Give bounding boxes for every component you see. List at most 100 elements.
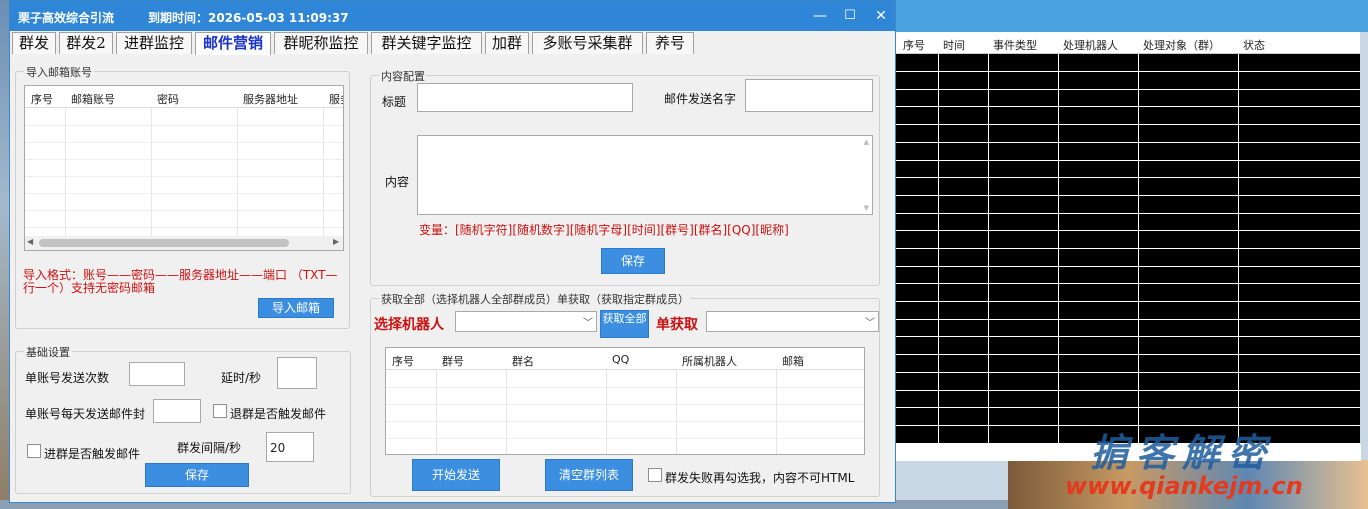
event-col-index: 序号 [903,39,925,52]
member-col-group-id: 群号 [442,355,464,368]
delay-label: 延时/秒 [221,371,262,385]
watermark-url: www.qiankejm.cn [1065,472,1303,500]
interval-input[interactable]: 20 [266,432,314,462]
daily-limit-label: 单账号每天发送邮件封 [25,407,146,421]
tab-multi-account-collect[interactable]: 多账号采集群 [532,32,643,54]
event-grid-row-line [896,248,1360,249]
event-grid-column-line [938,54,939,444]
event-grid-row-line [896,177,1360,178]
event-grid-row-line [896,160,1360,161]
event-col-robot: 处理机器人 [1063,39,1118,52]
event-grid-row-line [896,213,1360,214]
tab-join-monitor[interactable]: 进群监控 [116,32,192,54]
variables-hint: 变量：[随机字符][随机数字][随机字母][时间][群号][群名][QQ][昵称… [419,223,789,237]
subject-input[interactable] [417,83,633,112]
body-textarea[interactable]: ▲ ▼ [417,135,873,215]
member-col-qq: QQ [612,353,630,366]
clear-group-list-button[interactable]: 清空群列表 [545,459,633,491]
import-email-button[interactable]: 导入邮箱 [258,298,334,318]
join-trigger-label: 进群是否触发邮件 [44,447,141,461]
main-window: 栗子高效综合引流 到期时间：2026-05-03 11:09:37 — ☐ ✕ … [9,0,896,503]
event-grid-row-line [896,195,1360,196]
event-grid-row-line [896,89,1360,90]
start-send-button[interactable]: 开始发送 [412,459,500,491]
event-grid-column-line [1238,54,1239,444]
content-save-button[interactable]: 保存 [601,248,665,274]
event-col-target: 处理对象（群） [1143,39,1220,52]
fetch-members-label: 获取全部（选择机器人全部群成员）单获取（获取指定群成员） [379,291,691,307]
event-log-grid[interactable] [896,54,1360,444]
tab-keyword-monitor[interactable]: 群关键字监控 [371,32,482,54]
daily-limit-input[interactable] [153,399,201,423]
member-col-index: 序号 [392,355,414,368]
scroll-up-icon[interactable]: ▲ [864,138,869,146]
body-label: 内容 [385,175,410,189]
quit-trigger-checkbox[interactable] [213,404,227,418]
subject-label: 标题 [382,95,407,109]
scroll-right-icon[interactable]: ▶ [333,237,339,246]
delay-input[interactable] [277,357,317,389]
event-grid-row-line [896,106,1360,107]
event-grid-row-line [896,390,1360,391]
single-get-label: 单获取 [656,317,698,333]
scroll-left-icon[interactable]: ◀ [27,237,33,246]
event-grid-row-line [896,407,1360,408]
scroll-thumb[interactable] [39,239,289,247]
robot-select[interactable]: ﹀ [455,311,597,332]
import-email-group: 导入邮箱账号 序号 邮箱账号 密码 服务器地址 服务 ◀ ▶ 导入格式：账号——… [15,64,350,329]
event-grid-column-line [988,54,989,444]
minimize-button[interactable]: — [805,5,835,27]
event-grid-row-line [896,142,1360,143]
basic-save-button[interactable]: 保存 [145,463,249,487]
email-col-service: 服务 [329,93,343,106]
maximize-button[interactable]: ☐ [835,5,865,27]
tab-mass-send-2[interactable]: 群发2 [59,32,113,54]
event-grid-column-line [1058,54,1059,444]
content-config-group: 内容配置 标题 邮件发送名字 内容 ▲ ▼ 变量：[随机字符][随机数字][随机… [370,68,880,286]
event-grid-row-line [896,319,1360,320]
quit-trigger-label: 退群是否触发邮件 [230,407,327,421]
event-grid-column-line [1138,54,1139,444]
event-grid-row-line [896,283,1360,284]
get-all-button[interactable]: 获取全部 [600,310,649,338]
select-robot-label: 选择机器人 [374,317,444,333]
fail-retry-label: 群发失败再勾选我，内容不可HTML [665,471,855,485]
event-grid-row-line [896,336,1360,337]
desktop-background-top-right [895,0,1368,32]
tab-nickname-monitor[interactable]: 群昵称监控 [274,32,368,54]
email-col-server: 服务器地址 [243,93,298,106]
email-grid-header: 序号 邮箱账号 密码 服务器地址 服务 [25,86,343,108]
fail-retry-checkbox[interactable] [648,468,662,482]
content-config-label: 内容配置 [379,68,427,84]
member-grid-header: 序号 群号 群名 QQ 所属机器人 邮箱 [386,348,864,370]
tab-nurture-account[interactable]: 养号 [646,32,694,54]
member-col-group-name: 群名 [512,355,534,368]
member-col-robot: 所属机器人 [682,355,737,368]
join-trigger-checkbox[interactable] [27,444,41,458]
email-grid-hscrollbar[interactable]: ◀ ▶ [25,236,343,250]
chevron-down-icon: ﹀ [583,318,593,329]
basic-settings-label: 基础设置 [24,344,72,360]
event-grid-row-line [896,354,1360,355]
close-button[interactable]: ✕ [866,5,896,27]
event-grid-row-line [896,124,1360,125]
event-grid-row-line [896,372,1360,373]
send-count-input[interactable] [129,362,185,386]
group-select[interactable]: ﹀ [706,311,879,332]
tab-email-marketing[interactable]: 邮件营销 [195,32,271,55]
scroll-down-icon[interactable]: ▼ [864,204,869,212]
event-col-time: 时间 [943,39,965,52]
tab-mass-send[interactable]: 群发 [12,32,56,54]
event-grid-row-line [896,266,1360,267]
sender-name-label: 邮件发送名字 [664,92,737,106]
member-grid[interactable]: 序号 群号 群名 QQ 所属机器人 邮箱 [385,347,865,455]
member-col-email: 邮箱 [782,355,804,368]
event-log-header: 序号 时间 事件类型 处理机器人 处理对象（群） 状态 [895,32,1360,54]
import-format-hint: 导入格式：账号——密码——服务器地址——端口 （TXT—行一个）支持无密码邮箱 [23,268,338,295]
email-col-index: 序号 [31,93,53,106]
sender-name-input[interactable] [745,79,873,112]
tab-join-group[interactable]: 加群 [485,32,529,54]
event-col-status: 状态 [1243,39,1265,52]
email-account-grid[interactable]: 序号 邮箱账号 密码 服务器地址 服务 ◀ ▶ [24,85,344,251]
interval-label: 群发间隔/秒 [177,441,242,455]
